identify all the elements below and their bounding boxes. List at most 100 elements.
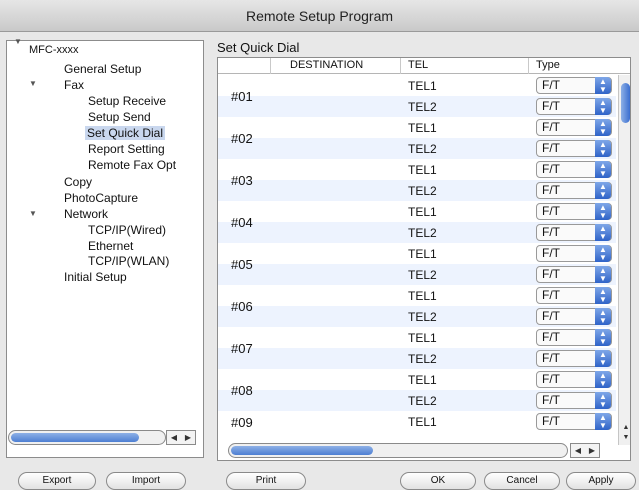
table-row[interactable]: TEL2 F/T ▲ ▼ <box>218 390 616 411</box>
tree-item-initial-setup[interactable]: Initial Setup <box>64 270 127 284</box>
table-vertical-scrollbar[interactable]: ▲ ▼ <box>618 75 630 445</box>
apply-button[interactable]: Apply <box>566 472 636 490</box>
arrow-right-icon[interactable]: ▶ <box>589 446 595 455</box>
type-select[interactable]: F/T ▲ ▼ <box>536 413 612 430</box>
select-arrows-icon[interactable]: ▲ ▼ <box>595 182 611 199</box>
type-select[interactable]: F/T ▲ ▼ <box>536 266 612 283</box>
table-row[interactable]: TEL2 F/T ▲ ▼ <box>218 138 616 159</box>
table-horizontal-scrollbar[interactable] <box>228 443 568 458</box>
scroll-thumb[interactable] <box>621 83 630 123</box>
import-button[interactable]: Import <box>106 472 186 490</box>
select-arrows-icon[interactable]: ▲ ▼ <box>595 119 611 136</box>
tree-item-fax[interactable]: Fax <box>64 78 84 92</box>
tree-item-photocapture[interactable]: PhotoCapture <box>64 191 138 205</box>
tree-item-setup-send[interactable]: Setup Send <box>88 110 151 124</box>
select-arrows-icon[interactable]: ▲ ▼ <box>595 140 611 157</box>
scroll-thumb[interactable] <box>231 446 373 455</box>
select-arrows-icon[interactable]: ▲ ▼ <box>595 224 611 241</box>
table-row[interactable]: TEL2 F/T ▲ ▼ <box>218 348 616 369</box>
type-select-value: F/T <box>542 99 560 113</box>
tel-cell: TEL1 <box>408 331 437 345</box>
type-select[interactable]: F/T ▲ ▼ <box>536 287 612 304</box>
tree-item-remote-fax-opt[interactable]: Remote Fax Opt <box>88 158 176 172</box>
tree-item-copy[interactable]: Copy <box>64 175 92 189</box>
table-scroll-arrows[interactable]: ◀ ▶ <box>570 443 600 458</box>
type-select[interactable]: F/T ▲ ▼ <box>536 77 612 94</box>
select-arrows-icon[interactable]: ▲ ▼ <box>595 161 611 178</box>
select-arrows-icon[interactable]: ▲ ▼ <box>595 329 611 346</box>
disclosure-triangle-icon[interactable]: ▼ <box>14 37 22 46</box>
print-button[interactable]: Print <box>226 472 306 490</box>
table-row[interactable]: TEL1 F/T ▲ ▼ <box>218 117 616 138</box>
select-arrows-icon[interactable]: ▲ ▼ <box>595 245 611 262</box>
type-select[interactable]: F/T ▲ ▼ <box>536 161 612 178</box>
select-arrows-icon[interactable]: ▲ ▼ <box>595 98 611 115</box>
select-arrows-icon[interactable]: ▲ ▼ <box>595 350 611 367</box>
tree-item-set-quick-dial[interactable]: Set Quick Dial <box>85 126 166 140</box>
scroll-thumb[interactable] <box>11 433 139 442</box>
tree-item-general-setup[interactable]: General Setup <box>64 62 141 76</box>
disclosure-triangle-icon[interactable]: ▼ <box>29 79 37 88</box>
type-select[interactable]: F/T ▲ ▼ <box>536 308 612 325</box>
table-row[interactable]: TEL2 F/T ▲ ▼ <box>218 180 616 201</box>
tree-item-ethernet[interactable]: Ethernet <box>88 239 133 253</box>
tree-scroll-arrows[interactable]: ◀ ▶ <box>166 430 196 445</box>
type-select[interactable]: F/T ▲ ▼ <box>536 203 612 220</box>
select-arrows-icon[interactable]: ▲ ▼ <box>595 392 611 409</box>
table-row[interactable]: TEL1 F/T ▲ ▼ <box>218 411 616 432</box>
type-select[interactable]: F/T ▲ ▼ <box>536 245 612 262</box>
ok-button[interactable]: OK <box>400 472 476 490</box>
cancel-button[interactable]: Cancel <box>484 472 560 490</box>
arrow-left-icon[interactable]: ◀ <box>171 433 177 442</box>
tree-item-network[interactable]: Network <box>64 207 108 221</box>
disclosure-triangle-icon[interactable]: ▼ <box>29 209 37 218</box>
tree-item-setup-receive[interactable]: Setup Receive <box>88 94 166 108</box>
tree-item-tcpip-wired[interactable]: TCP/IP(Wired) <box>88 223 166 237</box>
select-arrows-icon[interactable]: ▲ ▼ <box>595 413 611 430</box>
type-select[interactable]: F/T ▲ ▼ <box>536 224 612 241</box>
table-row[interactable]: TEL1 F/T ▲ ▼ <box>218 285 616 306</box>
table-row[interactable]: TEL1 F/T ▲ ▼ <box>218 159 616 180</box>
type-select[interactable]: F/T ▲ ▼ <box>536 329 612 346</box>
column-header-destination[interactable]: DESTINATION <box>290 59 363 71</box>
column-header-tel[interactable]: TEL <box>408 59 428 71</box>
select-arrows-icon[interactable]: ▲ ▼ <box>595 77 611 94</box>
table-row[interactable]: TEL1 F/T ▲ ▼ <box>218 243 616 264</box>
vertical-scroll-arrows[interactable]: ▲ ▼ <box>620 423 630 445</box>
table-row[interactable]: TEL1 F/T ▲ ▼ <box>218 369 616 390</box>
table-row[interactable]: TEL1 F/T ▲ ▼ <box>218 201 616 222</box>
type-select[interactable]: F/T ▲ ▼ <box>536 140 612 157</box>
column-header-type[interactable]: Type <box>536 59 560 71</box>
type-select[interactable]: F/T ▲ ▼ <box>536 392 612 409</box>
arrow-up-icon[interactable]: ▲ <box>620 423 630 433</box>
tel-cell: TEL1 <box>408 373 437 387</box>
arrow-down-icon[interactable]: ▼ <box>620 433 630 443</box>
table-row[interactable]: TEL2 F/T ▲ ▼ <box>218 96 616 117</box>
table-row[interactable]: TEL2 F/T ▲ ▼ <box>218 306 616 327</box>
select-arrows-icon[interactable]: ▲ ▼ <box>595 371 611 388</box>
tree-horizontal-scrollbar[interactable] <box>8 430 166 445</box>
type-select[interactable]: F/T ▲ ▼ <box>536 371 612 388</box>
export-button[interactable]: Export <box>18 472 96 490</box>
table-row[interactable]: TEL1 F/T ▲ ▼ <box>218 75 616 96</box>
tel-cell: TEL2 <box>408 100 437 114</box>
select-arrows-icon[interactable]: ▲ ▼ <box>595 203 611 220</box>
tree-item-tcpip-wlan[interactable]: TCP/IP(WLAN) <box>88 254 169 268</box>
type-select[interactable]: F/T ▲ ▼ <box>536 98 612 115</box>
type-select[interactable]: F/T ▲ ▼ <box>536 182 612 199</box>
tel-cell: TEL2 <box>408 226 437 240</box>
settings-tree[interactable]: ▼ MFC-xxxx General Setup ▼ Fax Setup Rec… <box>6 37 204 458</box>
table-row[interactable]: TEL2 F/T ▲ ▼ <box>218 264 616 285</box>
table-row[interactable]: TEL2 F/T ▲ ▼ <box>218 222 616 243</box>
tree-item-device[interactable]: MFC-xxxx <box>29 44 79 56</box>
arrow-right-icon[interactable]: ▶ <box>185 433 191 442</box>
column-divider <box>270 58 271 74</box>
type-select[interactable]: F/T ▲ ▼ <box>536 119 612 136</box>
tree-item-report-setting[interactable]: Report Setting <box>88 142 165 156</box>
arrow-left-icon[interactable]: ◀ <box>575 446 581 455</box>
table-row[interactable]: TEL1 F/T ▲ ▼ <box>218 327 616 348</box>
select-arrows-icon[interactable]: ▲ ▼ <box>595 308 611 325</box>
select-arrows-icon[interactable]: ▲ ▼ <box>595 266 611 283</box>
type-select[interactable]: F/T ▲ ▼ <box>536 350 612 367</box>
select-arrows-icon[interactable]: ▲ ▼ <box>595 287 611 304</box>
